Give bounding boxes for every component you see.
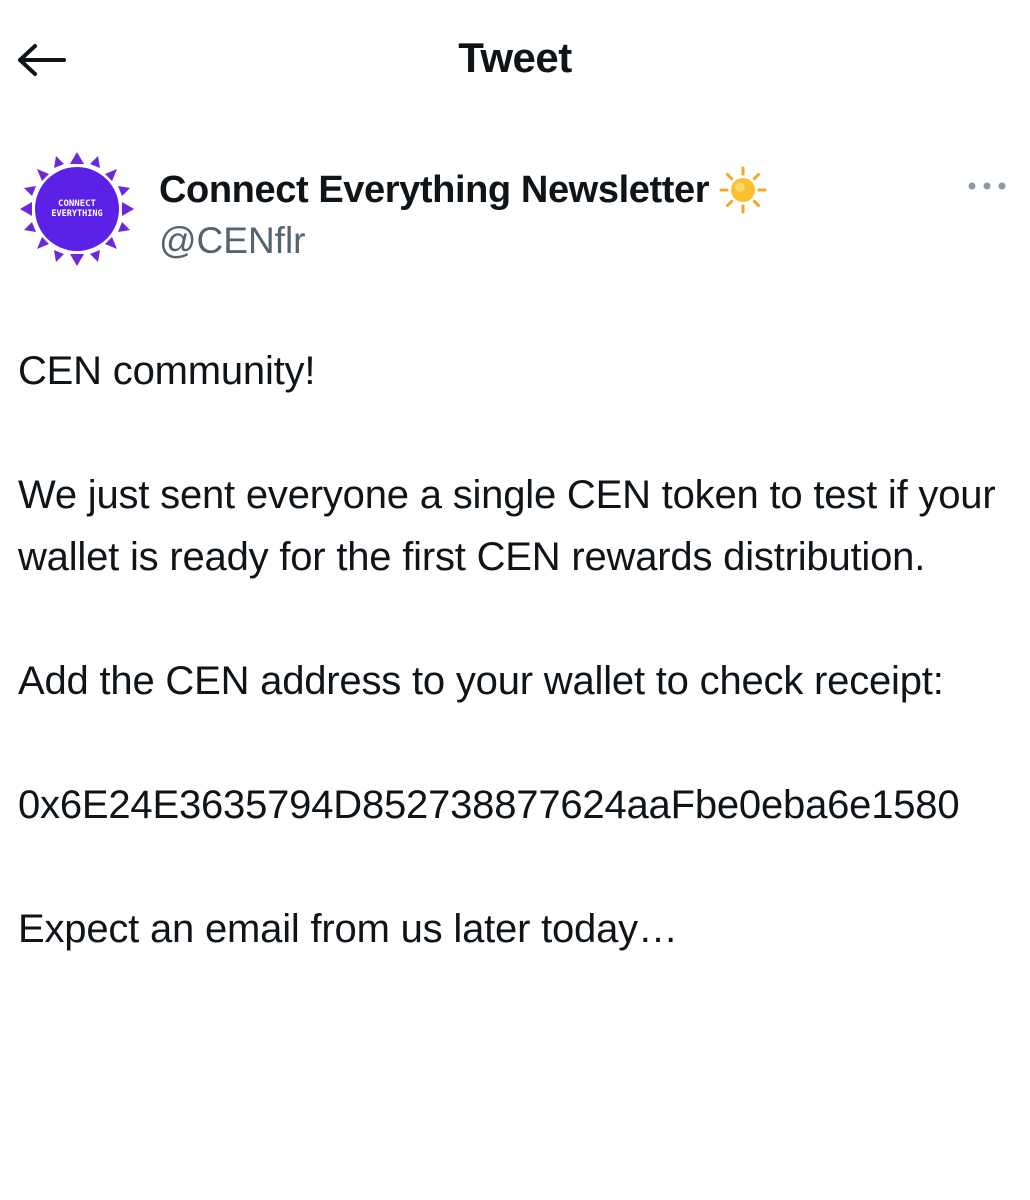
tweet-paragraph: We just sent everyone a single CEN token… (18, 473, 996, 579)
avatar[interactable]: CONNECT EVERYTHING (18, 150, 136, 268)
more-options-button[interactable] (962, 170, 1012, 202)
connect-everything-logo: CONNECT EVERYTHING (18, 150, 136, 268)
top-bar: Tweet (0, 0, 1030, 120)
tweet-author-header: CONNECT EVERYTHING Connect Everything Ne… (18, 150, 1012, 270)
author-handle[interactable]: @CENflr (159, 220, 767, 262)
tweet-paragraph: Expect an email from us later today… (18, 907, 678, 951)
author-display-name[interactable]: Connect Everything Newsletter (159, 169, 709, 212)
more-horizontal-icon (968, 182, 1006, 190)
tweet-paragraph: CEN community! (18, 349, 316, 393)
contract-address: 0x6E24E3635794D852738877624aaFbe0eba6e15… (18, 783, 960, 827)
tweet-text: CEN community! We just sent everyone a s… (18, 340, 1012, 1022)
avatar-logo-line1: CONNECT (58, 199, 97, 209)
avatar-logo-line2: EVERYTHING (51, 209, 102, 219)
page-title: Tweet (458, 34, 572, 81)
tweet-paragraph: Add the CEN address to your wallet to ch… (18, 659, 944, 703)
sun-icon (719, 166, 767, 214)
